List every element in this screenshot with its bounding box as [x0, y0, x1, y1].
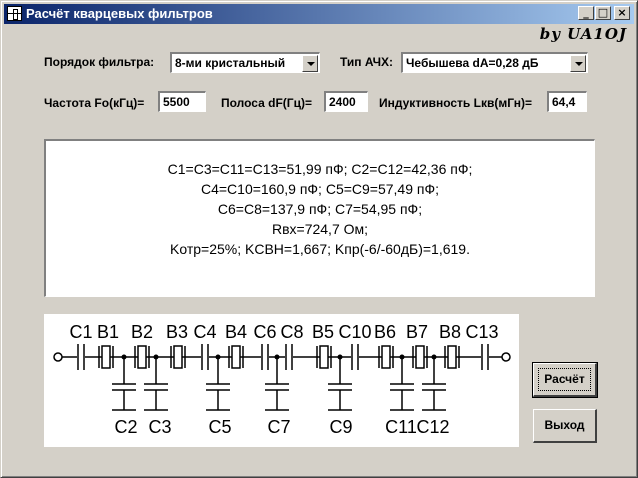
label-c9: C9	[329, 417, 352, 437]
inductance-label: Индуктивность Lкв(мГн)=	[379, 96, 532, 110]
label-c13: C13	[465, 322, 498, 342]
label-b3: B3	[166, 322, 188, 342]
schematic-diagram: C1 B1 B2 B3 C4 B4 C6 C8 B5 C10 B6 B7 B8 …	[53, 322, 511, 437]
label-b2: B2	[131, 322, 153, 342]
label-c10: C10	[338, 322, 371, 342]
label-c7: C7	[267, 417, 290, 437]
result-line: C6=C8=137,9 пФ; C7=54,95 пФ;	[217, 201, 423, 217]
chevron-down-icon[interactable]	[302, 55, 318, 72]
label-c8: C8	[280, 322, 303, 342]
freq-label: Частота Fo(кГц)=	[44, 96, 145, 110]
label-b5: B5	[312, 322, 334, 342]
label-b8: B8	[439, 322, 461, 342]
label-b6: B6	[374, 322, 396, 342]
inductance-input[interactable]: 64,4	[547, 91, 587, 112]
filter-schematic: C1 B1 B2 B3 C4 B4 C6 C8 B5 C10 B6 B7 B8 …	[44, 314, 519, 447]
label-c3: C3	[148, 417, 171, 437]
order-select[interactable]: 8-ми кристальный	[170, 52, 320, 73]
freq-input[interactable]: 5500	[158, 91, 206, 112]
results-panel: C1=C3=C11=C13=51,99 пФ; C2=C12=42,36 пФ;…	[44, 139, 595, 297]
label-b1: B1	[97, 322, 119, 342]
result-line: C4=C10=160,9 пФ; C5=C9=57,49 пФ;	[200, 181, 440, 197]
label-b7: B7	[406, 322, 428, 342]
crystal-app-icon[interactable]	[7, 6, 22, 21]
band-input[interactable]: 2400	[324, 91, 368, 112]
result-line: Rвх=724,7 Ом;	[271, 221, 369, 237]
minimize-button[interactable]: _	[578, 6, 594, 20]
label-b4: B4	[225, 322, 247, 342]
title-bar[interactable]: Расчёт кварцевых фильтров _ □ ×	[4, 4, 634, 24]
label-c6: C6	[253, 322, 276, 342]
order-label: Порядок фильтра:	[44, 55, 155, 69]
response-label: Тип АЧХ:	[340, 55, 394, 69]
label-c12: C12	[416, 417, 449, 437]
label-c2: C2	[114, 417, 137, 437]
label-c1: C1	[69, 322, 92, 342]
author-signature: by UA1OJ	[539, 25, 627, 43]
order-select-value: 8-ми кристальный	[175, 56, 286, 70]
calculate-button[interactable]: Расчёт	[532, 362, 598, 398]
response-select[interactable]: Чебышева dA=0,28 дБ	[401, 52, 588, 73]
label-c5: C5	[208, 417, 231, 437]
chevron-down-icon[interactable]	[570, 55, 586, 72]
result-line: C1=C3=C11=C13=51,99 пФ; C2=C12=42,36 пФ;	[167, 161, 473, 177]
response-select-value: Чебышева dA=0,28 дБ	[406, 56, 539, 70]
result-line: Kотр=25%; KCBH=1,667; Kпр(-6/-60дБ)=1,61…	[170, 241, 470, 257]
maximize-button[interactable]: □	[595, 6, 611, 20]
window-title: Расчёт кварцевых фильтров	[26, 6, 213, 21]
band-label: Полоса dF(Гц)=	[221, 96, 312, 110]
main-window: Расчёт кварцевых фильтров _ □ × by UA1OJ…	[0, 0, 638, 478]
close-button[interactable]: ×	[614, 6, 630, 20]
label-c11: C11	[385, 417, 417, 437]
exit-button[interactable]: Выход	[533, 409, 597, 443]
label-c4: C4	[193, 322, 216, 342]
